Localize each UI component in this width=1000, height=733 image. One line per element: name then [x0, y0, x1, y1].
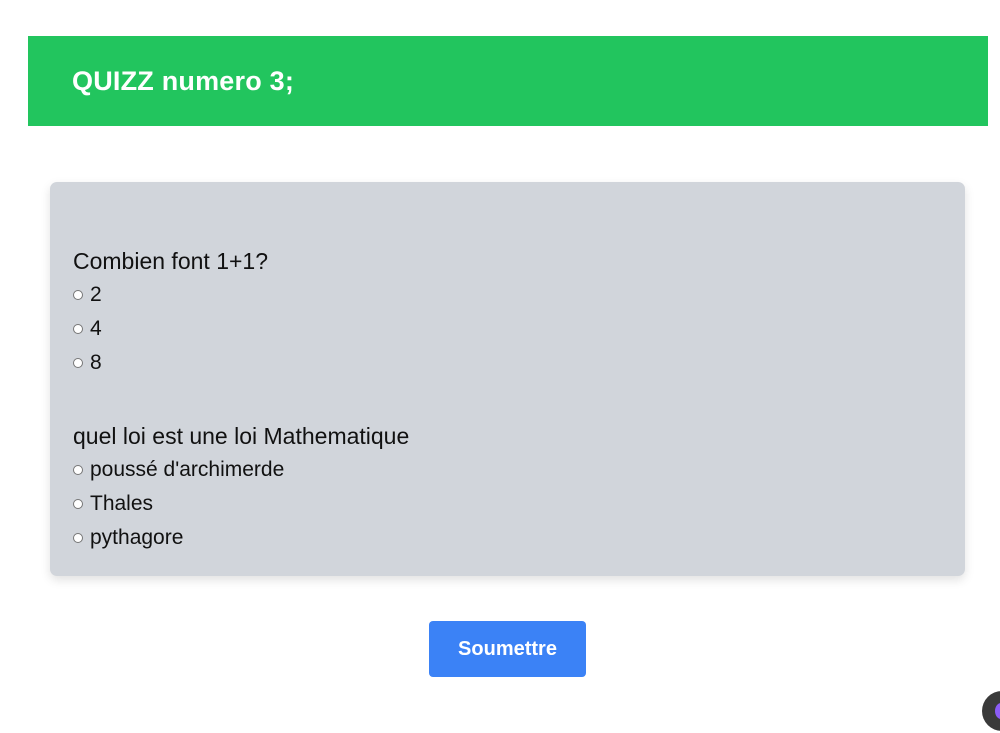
page-title: QUIZZ numero 3; — [72, 65, 295, 96]
radio-button[interactable] — [73, 324, 83, 334]
question-2: quel loi est une loi Mathematique poussé… — [73, 421, 942, 555]
answer-label: 4 — [90, 317, 102, 340]
answer-label: Thales — [90, 492, 154, 515]
quiz-page: QUIZZ numero 3; Combien font 1+1? 2 4 8 … — [0, 0, 1000, 733]
question-1: Combien font 1+1? 2 4 8 — [73, 246, 942, 380]
answer-label: 8 — [90, 351, 102, 374]
radio-button[interactable] — [73, 465, 83, 475]
answer-label: pythagore — [90, 526, 184, 549]
radio-button[interactable] — [73, 358, 83, 368]
answer-option[interactable]: pythagore — [73, 521, 942, 555]
radio-button[interactable] — [73, 499, 83, 509]
assistant-dot-icon — [995, 703, 1000, 719]
question-text: Combien font 1+1? — [73, 248, 268, 274]
submit-button[interactable]: Soumettre — [429, 621, 586, 677]
radio-button[interactable] — [73, 533, 83, 543]
answer-option[interactable]: 8 — [73, 346, 942, 380]
radio-button[interactable] — [73, 290, 83, 300]
answer-label: 2 — [90, 283, 102, 306]
floating-assistant-icon[interactable] — [982, 691, 1000, 731]
answer-option[interactable]: 2 — [73, 278, 942, 312]
answer-option[interactable]: Thales — [73, 487, 942, 521]
page-header: QUIZZ numero 3; — [28, 36, 988, 126]
answer-label: poussé d'archimerde — [90, 458, 285, 481]
answer-option[interactable]: 4 — [73, 312, 942, 346]
quiz-card: Combien font 1+1? 2 4 8 quel loi est une… — [50, 182, 965, 576]
answer-option[interactable]: poussé d'archimerde — [73, 453, 942, 487]
question-text: quel loi est une loi Mathematique — [73, 423, 410, 449]
